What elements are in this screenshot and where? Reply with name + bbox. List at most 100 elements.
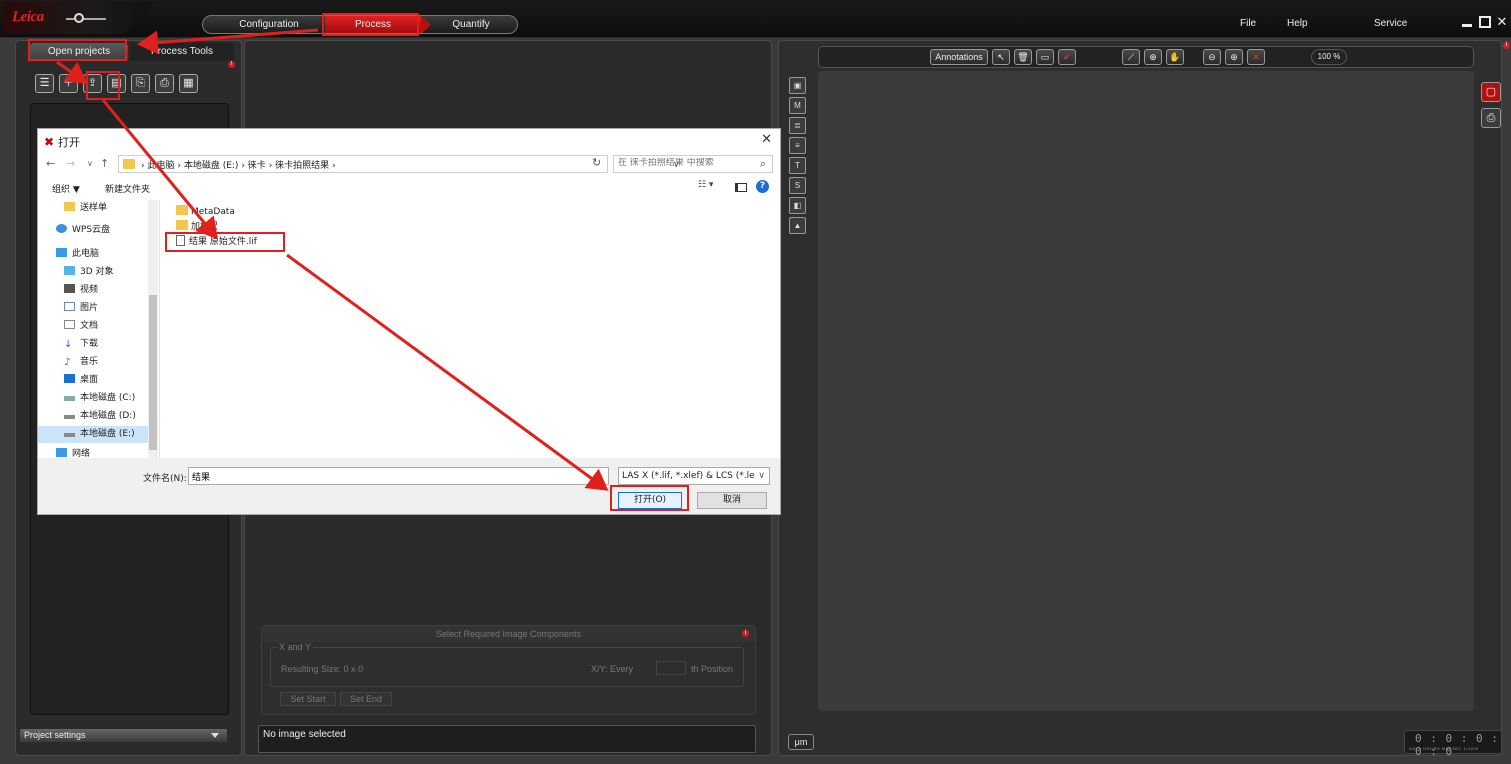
import-icon[interactable]: ⎘ — [131, 74, 150, 93]
histogram-icon[interactable]: ▲ — [789, 217, 806, 234]
folder-item[interactable]: 加标尺 — [176, 220, 218, 234]
breadcrumb-item[interactable]: 徕卡 — [248, 161, 266, 171]
delete-icon[interactable]: 🗑 — [1014, 49, 1032, 65]
export-view-icon[interactable]: ⎙ — [1481, 108, 1501, 128]
address-row: ← → ∨ ↑ › 此电脑 › 本地磁盘 (E:) › 徕卡 › 徕卡拍照结果 … — [38, 154, 780, 176]
filename-input[interactable] — [188, 467, 609, 485]
breadcrumb-item[interactable]: 此电脑 — [147, 161, 174, 171]
left-tabs: Open projects Process Tools — [18, 43, 239, 61]
text-icon[interactable]: T — [789, 157, 806, 174]
workflow-quantify[interactable]: Quantify — [431, 16, 511, 33]
copy-icon[interactable]: ◧ — [789, 197, 806, 214]
crosshair-icon[interactable]: ⊕ — [1144, 49, 1162, 65]
image-canvas[interactable] — [818, 71, 1474, 711]
download-icon: ↓ — [64, 339, 73, 350]
music-icon: ♪ — [64, 357, 71, 368]
logo-slider-knob[interactable] — [74, 13, 84, 23]
new-folder-button[interactable]: 新建文件夹 — [105, 182, 150, 195]
file-item[interactable]: 结果 原始文件.lif — [176, 235, 257, 249]
set-start-button[interactable]: Set Start — [280, 692, 336, 706]
nav-item[interactable]: 此电脑 — [38, 246, 148, 263]
preview-pane-icon[interactable] — [735, 183, 747, 192]
nav-item[interactable]: 桌面 — [38, 372, 148, 389]
tab-open-projects[interactable]: Open projects — [30, 43, 128, 61]
nav-item[interactable]: 本地磁盘 (D:) — [38, 408, 148, 425]
open-project-icon[interactable]: ⇪ — [83, 74, 102, 93]
up-icon[interactable]: ↑ — [100, 157, 109, 170]
unit-button[interactable]: μm — [788, 734, 814, 750]
add-file-icon[interactable]: ＋ — [59, 74, 78, 93]
nav-scrollbar-thumb[interactable] — [149, 295, 157, 450]
measure-icon[interactable]: ⟋ — [1122, 49, 1140, 65]
open-button[interactable]: 打开(O) — [618, 492, 682, 509]
stack-icon[interactable]: ≣ — [789, 117, 806, 134]
channel-icon[interactable]: ▣ — [789, 77, 806, 94]
zoom-out-icon[interactable]: ⊖ — [1203, 49, 1221, 65]
breadcrumb-item[interactable]: 徕卡拍照结果 — [275, 161, 329, 171]
search-icon[interactable]: ⌕ — [760, 157, 766, 171]
tab-process-tools[interactable]: Process Tools — [130, 43, 234, 61]
export-icon[interactable]: ⎙ — [155, 74, 174, 93]
info-icon[interactable]: i — [1503, 42, 1510, 49]
cancel-button[interactable]: 取消 — [697, 492, 767, 509]
zoom-in-icon[interactable]: ⊕ — [1225, 49, 1243, 65]
nav-item[interactable]: ↓ 下载 — [38, 336, 148, 353]
help-icon[interactable]: ? — [756, 180, 769, 193]
nav-item[interactable]: 文档 — [38, 318, 148, 335]
drive-icon — [64, 415, 75, 419]
components-header: Select Required Image Components — [262, 626, 755, 642]
annotations-button[interactable]: Annotations — [930, 49, 988, 65]
chevron-down-icon — [211, 733, 219, 738]
search-input[interactable] — [618, 158, 748, 168]
chevron-down-icon[interactable]: ∨ — [87, 159, 93, 168]
record-icon[interactable]: ▢ — [1481, 82, 1501, 102]
desktop-icon — [64, 374, 75, 383]
nav-item[interactable]: 本地磁盘 (C:) — [38, 390, 148, 407]
folder-item[interactable]: MetaData — [176, 205, 235, 219]
menu-file[interactable]: File — [1240, 18, 1256, 29]
grid-icon[interactable]: ▦ — [179, 74, 198, 93]
workflow-configuration[interactable]: Configuration — [213, 16, 325, 33]
address-bar[interactable]: › 此电脑 › 本地磁盘 (E:) › 徕卡 › 徕卡拍照结果 › ∨ — [118, 155, 680, 173]
forward-icon[interactable]: → — [66, 157, 75, 170]
max-projection-icon[interactable]: M — [789, 97, 806, 114]
menu-service[interactable]: Service — [1374, 18, 1407, 29]
close-icon[interactable]: ✕ — [761, 132, 772, 147]
xy-group-title: X and Y — [277, 642, 313, 652]
view-options-icon[interactable]: ☷ ▾ — [698, 180, 713, 190]
menu-help[interactable]: Help — [1287, 18, 1308, 29]
file-type-select[interactable]: LAS X (*.lif, *.xlef) & LCS (*.le ∨ — [618, 467, 770, 485]
info-icon[interactable]: i — [742, 630, 749, 637]
project-settings-dropdown[interactable]: Project settings — [20, 729, 227, 742]
workflow-process[interactable]: Process — [325, 16, 421, 33]
layers-icon[interactable]: ≡ — [789, 137, 806, 154]
new-project-icon[interactable]: ☰ — [35, 74, 54, 93]
maximize-icon[interactable] — [1479, 16, 1491, 28]
nav-item[interactable]: 送样单 — [38, 200, 148, 217]
save-icon[interactable]: ▤ — [107, 74, 126, 93]
transform-icon[interactable]: S — [789, 177, 806, 194]
organize-menu[interactable]: 组织 ▼ — [52, 182, 80, 195]
nav-item[interactable]: ♪ 音乐 — [38, 354, 148, 371]
close-icon[interactable]: ✕ — [1496, 15, 1508, 28]
hand-icon[interactable]: ✋ — [1166, 49, 1184, 65]
nav-item[interactable]: 视频 — [38, 282, 148, 299]
refresh-icon[interactable]: ↻ — [592, 156, 601, 169]
every-stepper[interactable] — [656, 661, 686, 675]
minimize-icon[interactable] — [1462, 16, 1474, 28]
pointer-icon[interactable]: ↖ — [992, 49, 1010, 65]
back-icon[interactable]: ← — [46, 157, 55, 170]
dialog-footer: 文件名(N): LAS X (*.lif, *.xlef) & LCS (*.l… — [38, 458, 780, 514]
checkmark-icon[interactable]: ✔ — [1058, 49, 1076, 65]
nav-item[interactable]: 图片 — [38, 300, 148, 317]
search-box[interactable]: ⌕ — [613, 155, 773, 173]
nav-item[interactable]: 3D 对象 — [38, 264, 148, 281]
rectangle-icon[interactable]: ▭ — [1036, 49, 1054, 65]
nav-item-selected[interactable]: 本地磁盘 (E:) — [38, 426, 148, 443]
breadcrumb-item[interactable]: 本地磁盘 (E:) — [184, 161, 239, 171]
info-icon[interactable]: i — [228, 61, 235, 68]
nav-item[interactable]: WPS云盘 — [38, 222, 148, 239]
nav-item[interactable]: 网络 — [38, 446, 148, 458]
set-end-button[interactable]: Set End — [340, 692, 392, 706]
fit-to-window-icon[interactable]: ✕ — [1247, 49, 1265, 65]
